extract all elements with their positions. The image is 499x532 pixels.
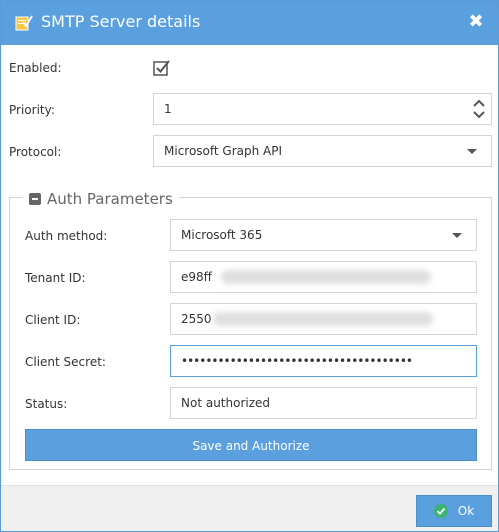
minus-icon[interactable] — [29, 193, 41, 205]
client-secret-label: Client Secret: — [25, 355, 106, 369]
redacted-blur — [213, 312, 433, 326]
enabled-label: Enabled: — [9, 61, 62, 75]
priority-label: Priority: — [9, 103, 55, 117]
ok-button[interactable]: Ok — [416, 495, 492, 527]
chevron-down-icon — [452, 233, 462, 238]
client-id-field[interactable]: 2550 — [170, 303, 477, 335]
client-secret-field[interactable]: •••••••••••••••••••••••••••••••••••••• — [170, 345, 477, 377]
protocol-label: Protocol: — [9, 145, 62, 159]
protocol-select[interactable]: Microsoft Graph API — [153, 135, 492, 167]
auth-parameters-legend: Auth Parameters — [23, 188, 179, 210]
status-field: Not authorized — [170, 387, 477, 419]
dialog-footer: Ok — [1, 485, 498, 531]
status-label: Status: — [25, 397, 68, 411]
dialog-titlebar: SMTP Server details ✖ — [1, 1, 498, 45]
status-value: Not authorized — [181, 396, 271, 410]
checklist-icon — [15, 15, 33, 31]
dialog-title: SMTP Server details — [41, 12, 201, 31]
tenant-id-label: Tenant ID: — [25, 271, 86, 285]
priority-value: 1 — [164, 102, 172, 116]
auth-parameters-title: Auth Parameters — [47, 190, 173, 208]
check-circle-icon — [433, 504, 448, 518]
chevron-down-icon — [467, 149, 477, 154]
client-id-value: 2550 — [181, 312, 212, 326]
tenant-id-value: e98ff — [181, 270, 212, 284]
tenant-id-field[interactable]: e98ff — [170, 261, 477, 293]
save-and-authorize-button[interactable]: Save and Authorize — [25, 429, 477, 461]
redacted-blur — [221, 270, 431, 284]
enabled-checkbox[interactable] — [153, 59, 171, 77]
ok-label: Ok — [457, 504, 475, 518]
spinner-arrows-icon[interactable] — [473, 98, 485, 120]
client-id-label: Client ID: — [25, 313, 81, 327]
protocol-value: Microsoft Graph API — [164, 144, 283, 158]
auth-method-value: Microsoft 365 — [181, 228, 263, 242]
priority-stepper[interactable]: 1 — [153, 93, 492, 125]
auth-method-label: Auth method: — [25, 229, 108, 243]
close-icon[interactable]: ✖ — [466, 12, 486, 32]
client-secret-value: •••••••••••••••••••••••••••••••••••••• — [181, 354, 413, 368]
auth-method-select[interactable]: Microsoft 365 — [170, 219, 477, 251]
smtp-server-dialog: SMTP Server details ✖ Enabled: Priority:… — [0, 0, 499, 532]
